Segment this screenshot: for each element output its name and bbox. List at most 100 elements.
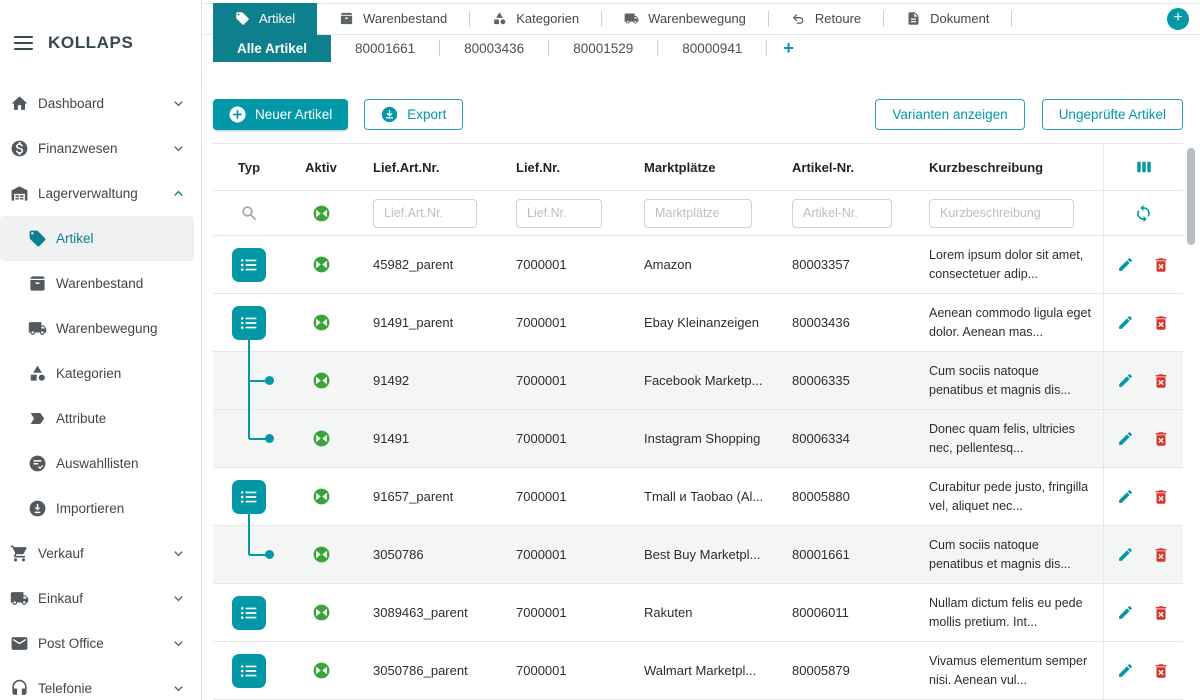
active-status-icon	[312, 429, 331, 448]
sidebar-item-warenbewegung[interactable]: Warenbewegung	[0, 306, 201, 351]
edit-icon[interactable]	[1117, 314, 1134, 331]
aktiv-cell	[285, 526, 357, 583]
parent-list-icon[interactable]	[232, 306, 266, 340]
sidebar-item-label: Finanzwesen	[38, 141, 118, 156]
edit-icon[interactable]	[1117, 372, 1134, 389]
delete-icon[interactable]	[1152, 488, 1170, 506]
brand-name: KOLLAPS	[48, 33, 133, 53]
kurzbeschreibung-cell: Curabitur pede justo, fringilla vel, ali…	[913, 468, 1103, 525]
parent-list-icon[interactable]	[232, 596, 266, 630]
delete-icon[interactable]	[1152, 314, 1170, 332]
table-row[interactable]: 91657_parent7000001Tmall и Taobao (Al...…	[213, 468, 1183, 526]
delete-icon[interactable]	[1152, 430, 1170, 448]
box-icon	[339, 11, 354, 26]
table-row[interactable]: 45982_parent7000001Amazon80003357Lorem i…	[213, 236, 1183, 294]
marktplatz-cell: Ebay Kleinanzeigen	[628, 294, 776, 351]
lief-nr-cell: 7000001	[500, 468, 628, 525]
subtab-80001661[interactable]: 80001661	[331, 35, 439, 62]
filter-lief-art-nr-input[interactable]	[373, 199, 477, 228]
active-status-icon	[312, 487, 331, 506]
table-row[interactable]: 3050786_parent7000001Walmart Marketpl...…	[213, 642, 1183, 700]
typ-cell	[213, 584, 285, 641]
filter-marktplaetze-input[interactable]	[644, 199, 752, 228]
tab-warenbewegung[interactable]: Warenbewegung	[602, 4, 768, 34]
sidebar-item-telefonie[interactable]: Telefonie	[0, 666, 201, 700]
search-icon[interactable]	[240, 204, 259, 223]
tab-artikel[interactable]: Artikel	[213, 3, 317, 35]
edit-icon[interactable]	[1117, 256, 1134, 273]
warehouse-icon	[9, 184, 29, 204]
tab-warenbestand[interactable]: Warenbestand	[317, 4, 469, 34]
unverified-articles-button[interactable]: Ungeprüfte Artikel	[1042, 99, 1183, 130]
delete-icon[interactable]	[1152, 546, 1170, 564]
sidebar-item-verkauf[interactable]: Verkauf	[0, 531, 201, 576]
export-button[interactable]: Export	[364, 99, 463, 130]
table-row[interactable]: 914927000001Facebook Marketp...80006335C…	[213, 352, 1183, 410]
delete-icon[interactable]	[1152, 256, 1170, 274]
column-header-lief-nr: Lief.Nr.	[500, 144, 628, 190]
sidebar-item-finanzwesen[interactable]: Finanzwesen	[0, 126, 201, 171]
new-article-button[interactable]: Neuer Artikel	[213, 99, 348, 130]
sidebar-item-einkauf[interactable]: Einkauf	[0, 576, 201, 621]
show-variants-button[interactable]: Varianten anzeigen	[875, 99, 1024, 130]
typ-cell	[213, 294, 285, 351]
table-row[interactable]: 914917000001Instagram Shopping80006334Do…	[213, 410, 1183, 468]
tab-dokument[interactable]: Dokument	[884, 4, 1011, 34]
add-article-tab-button[interactable]: +	[767, 35, 810, 62]
add-tab-button[interactable]: +	[1167, 8, 1189, 30]
active-status-icon	[312, 255, 331, 274]
subtab-80000941[interactable]: 80000941	[658, 35, 766, 62]
hamburger-menu-icon[interactable]	[14, 36, 33, 50]
edit-icon[interactable]	[1117, 604, 1134, 621]
delete-icon[interactable]	[1152, 662, 1170, 680]
table-row[interactable]: 91491_parent7000001Ebay Kleinanzeigen800…	[213, 294, 1183, 352]
articles-table: TypAktivLief.Art.Nr.Lief.Nr.MarktplätzeA…	[213, 143, 1183, 700]
edit-icon[interactable]	[1117, 546, 1134, 563]
chevron-down-icon	[170, 545, 187, 562]
subtab-80001529[interactable]: 80001529	[549, 35, 657, 62]
parent-list-icon[interactable]	[232, 248, 266, 282]
sidebar-item-attribute[interactable]: Attribute	[0, 396, 201, 441]
sidebar-item-post-office[interactable]: Post Office	[0, 621, 201, 666]
delete-icon[interactable]	[1152, 604, 1170, 622]
parent-list-icon[interactable]	[232, 480, 266, 514]
return-icon	[791, 11, 806, 26]
edit-icon[interactable]	[1117, 662, 1134, 679]
table-row[interactable]: 3089463_parent7000001Rakuten80006011Null…	[213, 584, 1183, 642]
sidebar-item-artikel[interactable]: Artikel	[0, 216, 194, 261]
columns-settings-icon[interactable]	[1135, 158, 1153, 176]
actions-cell	[1103, 468, 1183, 525]
sidebar-item-warenbestand[interactable]: Warenbestand	[0, 261, 201, 306]
active-status-icon	[312, 603, 331, 622]
filter-lief-nr-input[interactable]	[516, 199, 602, 228]
active-filter-icon[interactable]	[312, 204, 331, 223]
filter-artikel-nr-input[interactable]	[792, 199, 892, 228]
delete-icon[interactable]	[1152, 372, 1170, 390]
subtab-alle-artikel[interactable]: Alle Artikel	[213, 35, 331, 62]
filter-kurzbeschreibung-input[interactable]	[929, 199, 1074, 228]
sidebar-item-kategorien[interactable]: Kategorien	[0, 351, 201, 396]
sidebar-item-label: Verkauf	[38, 546, 84, 561]
box-icon	[27, 274, 47, 294]
scrollbar-thumb[interactable]	[1187, 148, 1195, 245]
lief-nr-cell: 7000001	[500, 526, 628, 583]
sidebar-item-lagerverwaltung[interactable]: Lagerverwaltung	[0, 171, 201, 216]
edit-icon[interactable]	[1117, 430, 1134, 447]
table-row[interactable]: 30507867000001Best Buy Marketpl...800016…	[213, 526, 1183, 584]
sidebar-item-importieren[interactable]: Importieren	[0, 486, 201, 531]
parent-list-icon[interactable]	[232, 654, 266, 688]
article-tab-bar: Alle Artikel8000166180003436800015298000…	[202, 35, 1200, 62]
home-icon	[9, 94, 29, 114]
sidebar-item-auswahllisten[interactable]: Auswahllisten	[0, 441, 201, 486]
sidebar-item-dashboard[interactable]: Dashboard	[0, 81, 201, 126]
column-header-kurzbeschreibung: Kurzbeschreibung	[913, 144, 1103, 190]
sidebar-item-label: Attribute	[56, 411, 106, 426]
chevron-down-icon	[170, 95, 187, 112]
subtab-80003436[interactable]: 80003436	[440, 35, 548, 62]
refresh-icon[interactable]	[1134, 204, 1153, 223]
tab-kategorien[interactable]: Kategorien	[470, 4, 601, 34]
actions-cell	[1103, 642, 1183, 699]
edit-icon[interactable]	[1117, 488, 1134, 505]
tab-retoure[interactable]: Retoure	[769, 4, 883, 34]
active-status-icon	[312, 371, 331, 390]
